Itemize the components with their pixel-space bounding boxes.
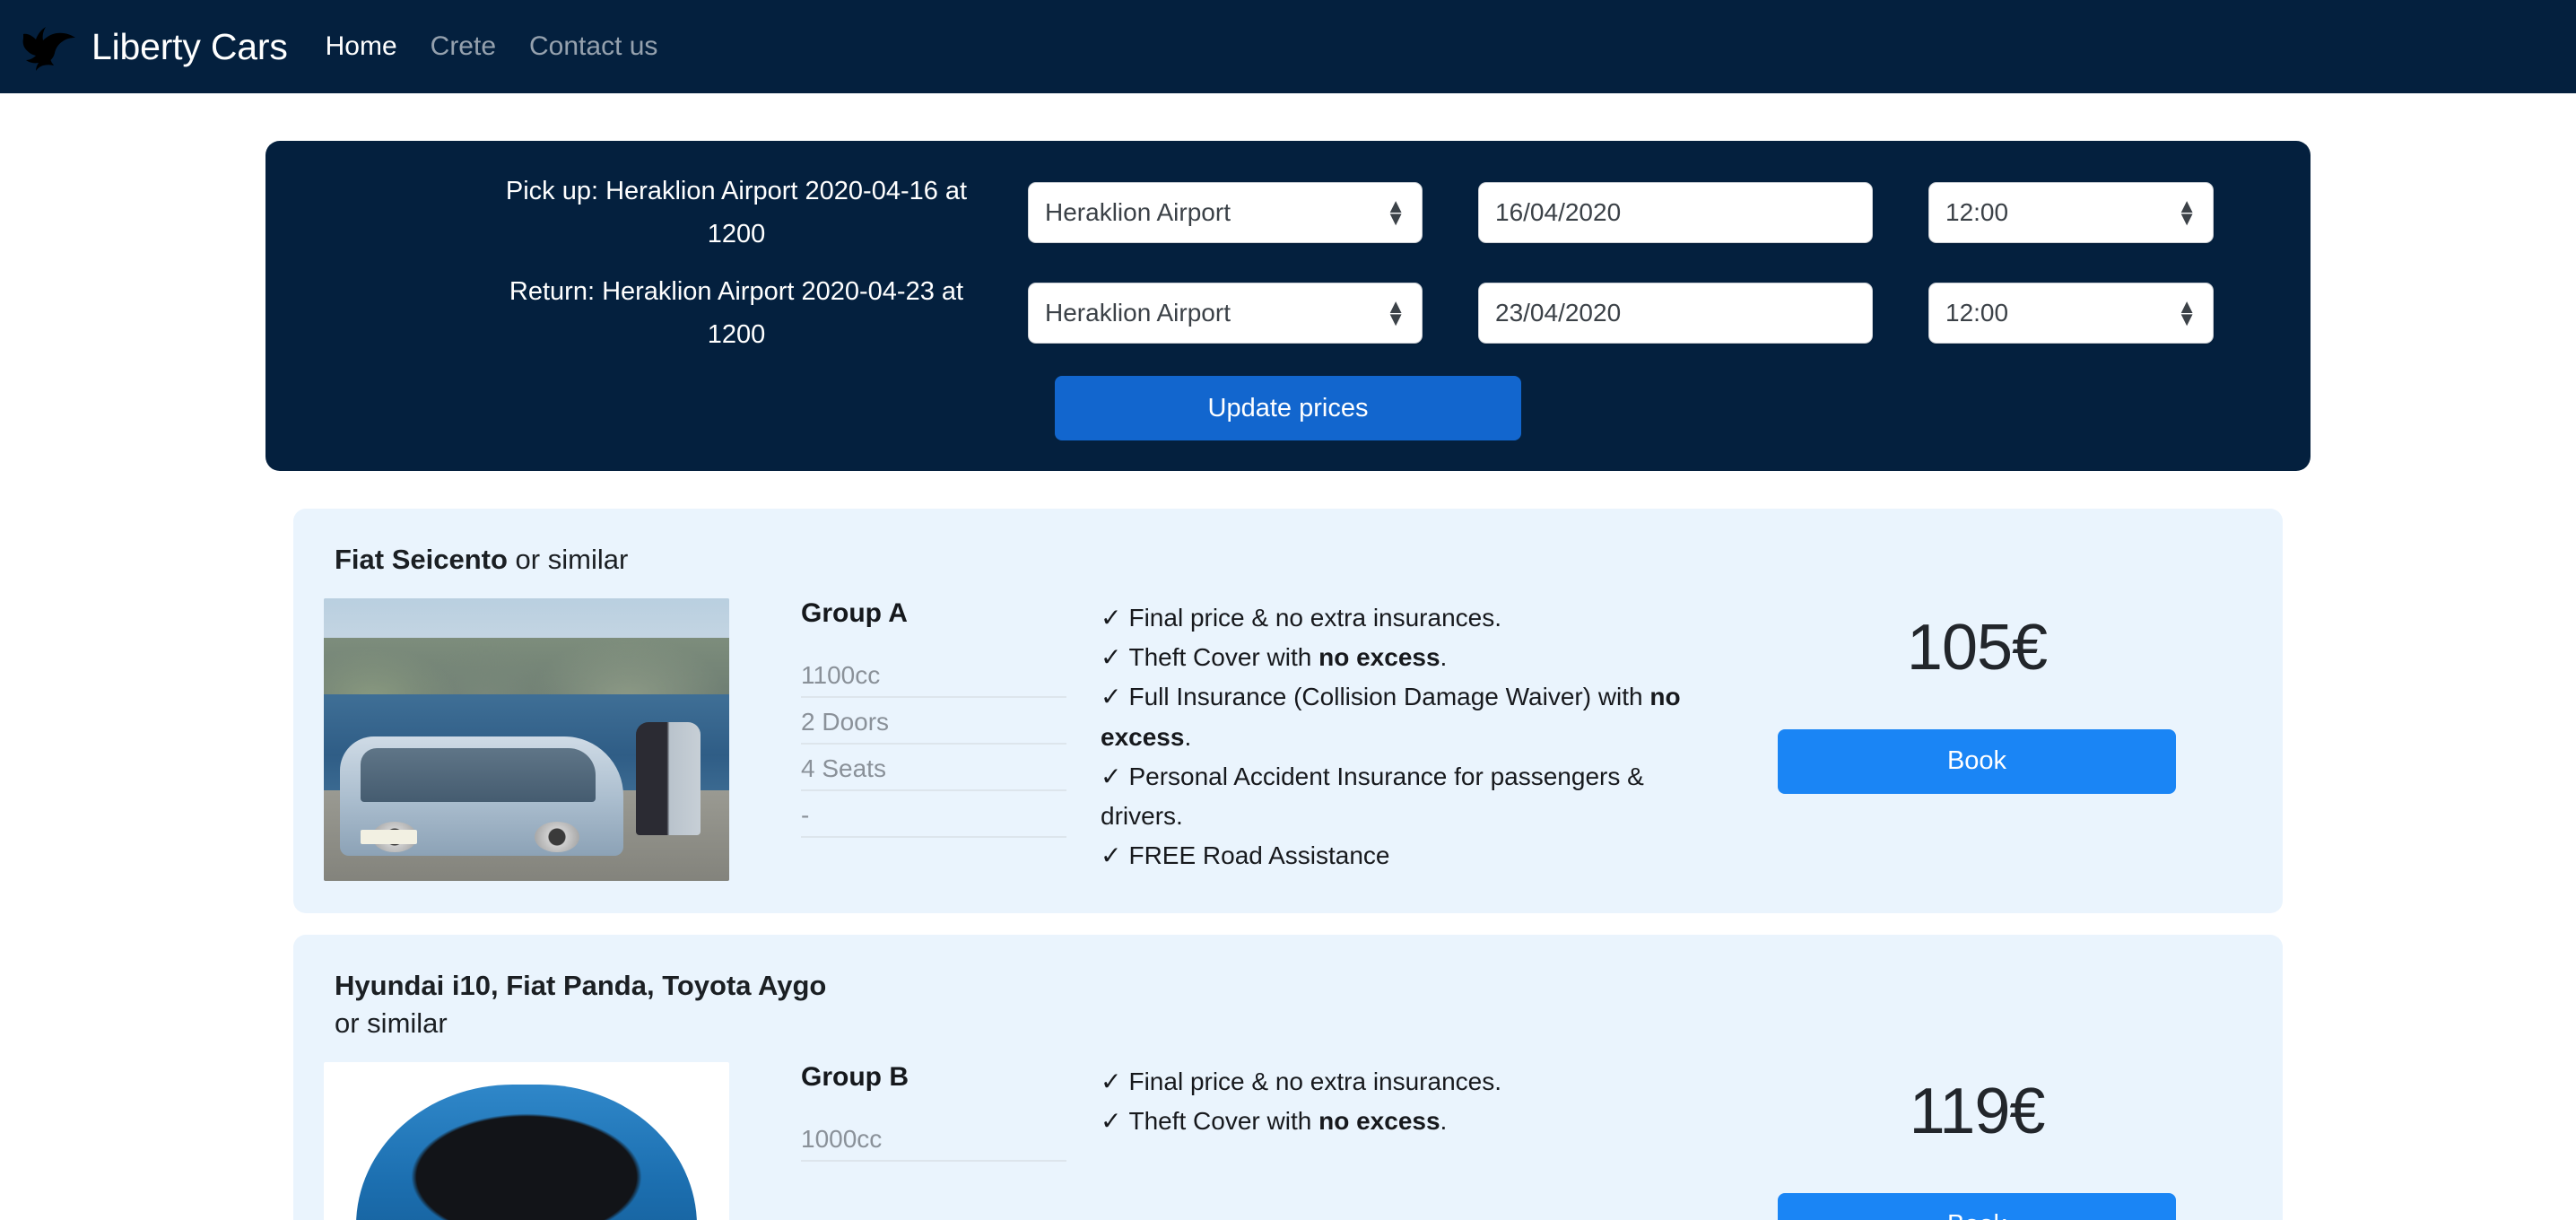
return-time-select[interactable]: 12:00 ▲ ▼ [1928, 283, 2214, 344]
book-button[interactable]: Book [1778, 728, 2176, 794]
return-date-input[interactable]: 23/04/2020 [1478, 283, 1873, 344]
pickup-date-input[interactable]: 16/04/2020 [1478, 182, 1873, 243]
feature-text: Final price & no extra insurances. [1128, 603, 1501, 632]
feature-text: Full Insurance (Collision Damage Waiver)… [1128, 683, 1650, 711]
check-icon: ✓ [1101, 1106, 1122, 1135]
spec-item: 4 Seats [801, 753, 1066, 791]
car-price-column: 119€ Book [1707, 1062, 2247, 1220]
feature-item: ✓ Theft Cover with no excess. [1101, 638, 1707, 677]
car-title-suffix: or similar [507, 544, 629, 575]
pickup-time-value: 12:00 [1945, 198, 2009, 226]
blue-hatchback-photo [324, 1061, 729, 1220]
update-button-row: Update prices [265, 376, 2311, 440]
car-title: Hyundai i10, Fiat Panda, Toyota Aygo or … [335, 967, 837, 1042]
feature-item: ✓ FREE Road Assistance [1101, 836, 1707, 876]
return-date-input-wrap: 23/04/2020 [1478, 283, 1873, 344]
spec-item: 1100cc [801, 659, 1066, 698]
feature-text: Personal Accident Insurance for passenge… [1101, 762, 1644, 831]
spinner-arrows-icon: ▲ ▼ [2177, 195, 2197, 230]
spinner-arrows-icon: ▲ ▼ [2177, 295, 2197, 330]
feature-emphasis: no excess [1318, 1106, 1440, 1135]
feature-text: FREE Road Assistance [1128, 841, 1390, 870]
car-title-models: Hyundai i10, Fiat Panda, Toyota Aygo [335, 969, 827, 1001]
pickup-location-value: Heraklion Airport [1045, 198, 1231, 226]
feature-tail: . [1440, 1106, 1448, 1135]
pickup-location-select-wrap: Heraklion Airport ▲ ▼ [1028, 182, 1423, 243]
car-card-body: Group B 1000cc ✓ Final price & no extra i… [324, 1061, 2247, 1220]
book-button[interactable]: Book [1778, 1192, 2176, 1220]
nav-link-home[interactable]: Home [326, 31, 397, 62]
car-spec-list: 1100cc 2 Doors 4 Seats - [801, 659, 1066, 838]
car-title: Fiat Seicento or similar [335, 541, 837, 579]
feature-item: ✓ Final price & no extra insurances. [1101, 1062, 1707, 1102]
return-location-value: Heraklion Airport [1045, 299, 1231, 327]
car-features-column: ✓ Final price & no extra insurances. ✓ The… [1088, 1062, 1707, 1141]
return-date-value: 23/04/2020 [1495, 299, 1622, 327]
feature-emphasis: no excess [1318, 643, 1440, 672]
car-features-column: ✓ Final price & no extra insurances. ✓ The… [1088, 598, 1707, 876]
pickup-date-value: 16/04/2020 [1495, 198, 1622, 226]
car-spec-column: Group B 1000cc [729, 1062, 1088, 1170]
return-time-value: 12:00 [1945, 299, 2009, 327]
return-location-select-wrap: Heraklion Airport ▲ ▼ [1028, 283, 1423, 344]
feature-item: ✓ Theft Cover with no excess. [1101, 1102, 1707, 1141]
pickup-location-select[interactable]: Heraklion Airport ▲ ▼ [1028, 182, 1423, 243]
spinner-arrows-icon: ▲ ▼ [1386, 195, 1405, 230]
car-features-list: ✓ Final price & no extra insurances. ✓ The… [1101, 1062, 1707, 1141]
check-icon: ✓ [1101, 603, 1122, 632]
page-content: Pick up: Heraklion Airport 2020-04-16 at… [0, 93, 2576, 1220]
car-price: 119€ [1909, 1075, 2046, 1147]
navbar: Liberty Cars Home Crete Contact us [0, 0, 2576, 93]
return-location-select[interactable]: Heraklion Airport ▲ ▼ [1028, 283, 1423, 344]
spec-item: 2 Doors [801, 706, 1066, 745]
car-price: 105€ [1906, 611, 2048, 684]
check-icon: ✓ [1101, 1067, 1122, 1095]
pickup-time-select-wrap: 12:00 ▲ ▼ [1928, 182, 2214, 243]
car-group-label: Group B [801, 1061, 909, 1092]
nav-links: Home Crete Contact us [326, 31, 658, 62]
car-card: Fiat Seicento or similar Group A 1100cc … [293, 509, 2283, 913]
update-prices-button[interactable]: Update prices [1055, 376, 1521, 440]
car-price-column: 105€ Book [1707, 598, 2247, 794]
feature-tail: . [1440, 643, 1448, 672]
check-icon: ✓ [1101, 841, 1122, 870]
feature-item: ✓ Full Insurance (Collision Damage Waiver… [1101, 677, 1707, 756]
pickup-time-select[interactable]: 12:00 ▲ ▼ [1928, 182, 2214, 243]
feature-item: ✓ Final price & no extra insurances. [1101, 598, 1707, 638]
feature-text: Final price & no extra insurances. [1128, 1067, 1501, 1095]
spec-item: 1000cc [801, 1123, 1066, 1162]
feature-text: Theft Cover with [1128, 1106, 1319, 1135]
return-time-select-wrap: 12:00 ▲ ▼ [1928, 283, 2214, 344]
spec-item: - [801, 799, 1066, 838]
feature-item: ✓ Personal Accident Insurance for passeng… [1101, 757, 1707, 836]
eagle-icon [22, 27, 75, 71]
car-title-models: Fiat Seicento [335, 544, 508, 575]
nav-link-contact-us[interactable]: Contact us [529, 31, 657, 62]
car-card-body: Group A 1100cc 2 Doors 4 Seats - ✓ Final … [324, 597, 2247, 881]
check-icon: ✓ [1101, 643, 1122, 672]
feature-text: Theft Cover with [1128, 643, 1319, 672]
return-summary-label: Return: Heraklion Airport 2020-04-23 at … [509, 277, 964, 349]
car-spec-list: 1000cc [801, 1123, 1066, 1162]
check-icon: ✓ [1101, 683, 1122, 711]
search-panel-wrapper: Pick up: Heraklion Airport 2020-04-16 at… [0, 93, 2576, 471]
pickup-row: Pick up: Heraklion Airport 2020-04-16 at… [265, 170, 2311, 256]
car-results-list: Fiat Seicento or similar Group A 1100cc … [0, 471, 2576, 1220]
return-row: Return: Heraklion Airport 2020-04-23 at … [265, 270, 2311, 356]
spinner-arrows-icon: ▲ ▼ [1386, 295, 1405, 330]
car-features-list: ✓ Final price & no extra insurances. ✓ The… [1101, 598, 1707, 876]
car-title-suffix: or similar [335, 1006, 448, 1039]
brand-name: Liberty Cars [91, 25, 288, 67]
search-panel: Pick up: Heraklion Airport 2020-04-16 at… [265, 141, 2311, 471]
feature-tail: . [1184, 722, 1192, 751]
nav-link-crete[interactable]: Crete [431, 31, 496, 62]
pickup-summary-label: Pick up: Heraklion Airport 2020-04-16 at… [505, 177, 968, 248]
check-icon: ✓ [1101, 762, 1122, 790]
car-spec-column: Group A 1100cc 2 Doors 4 Seats - [729, 598, 1088, 846]
pickup-date-input-wrap: 16/04/2020 [1478, 182, 1873, 243]
car-group-label: Group A [801, 597, 908, 628]
fiat-seicento-seaside-photo [324, 597, 729, 881]
car-card: Hyundai i10, Fiat Panda, Toyota Aygo or … [293, 934, 2283, 1220]
